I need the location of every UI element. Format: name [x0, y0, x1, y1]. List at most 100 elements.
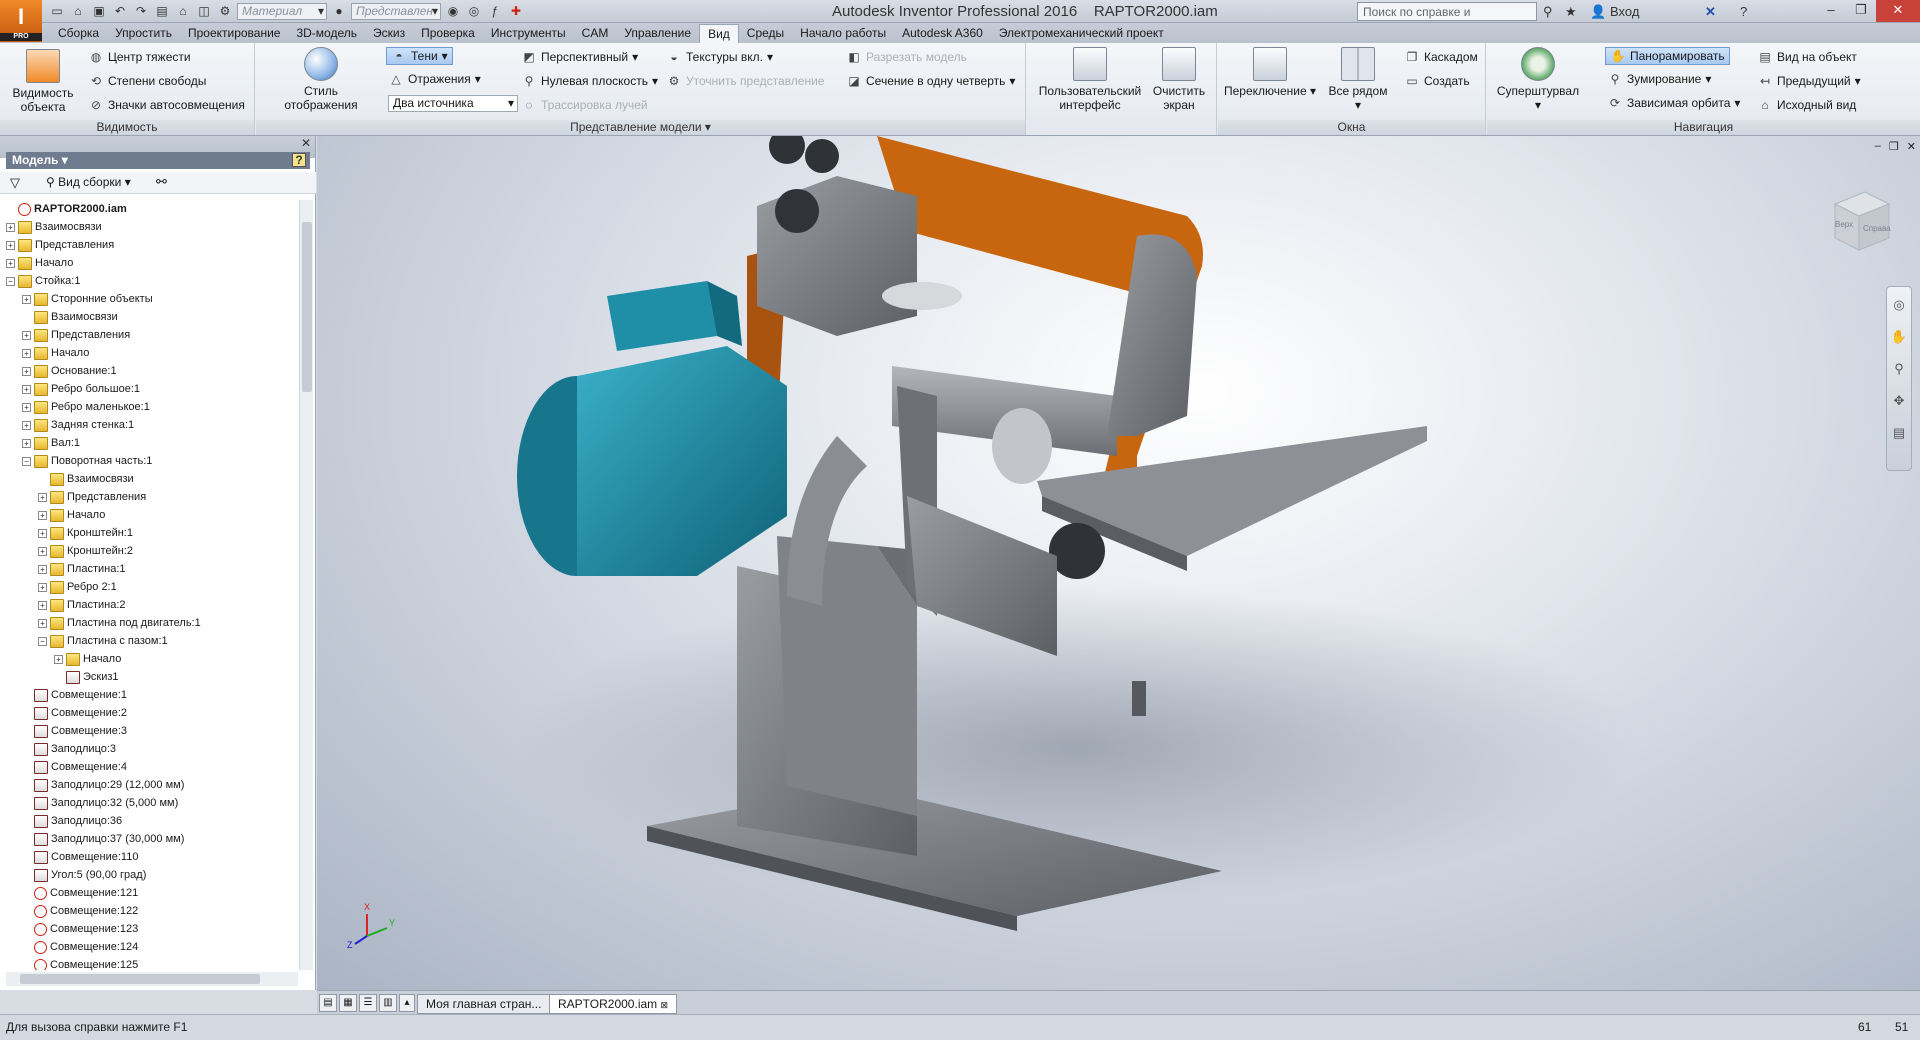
tab-raptor[interactable]: RAPTOR2000.iam ⊠ [549, 994, 678, 1014]
tab-home[interactable]: Моя главная стран... [417, 994, 551, 1014]
grid-tabs-icon[interactable]: ▦ [339, 994, 357, 1012]
tree-node[interactable]: Эскиз1 [6, 668, 298, 686]
print-icon[interactable]: ▤ [153, 2, 171, 20]
ribbon-tab[interactable]: Вид [699, 24, 739, 43]
ribbon-tab[interactable]: Начало работы [792, 23, 894, 43]
cascade-button[interactable]: ❐ Каскадом [1404, 49, 1478, 65]
tree-node[interactable]: Взаимосвязи [6, 470, 298, 488]
select-icon[interactable]: ◫ [195, 2, 213, 20]
expand-toggle-icon[interactable]: + [38, 546, 47, 556]
ribbon-tab[interactable]: Инструменты [483, 23, 574, 43]
steering-wheel-button[interactable]: Суперштурвал ▾ [1493, 47, 1583, 112]
minimize-icon[interactable]: – [1816, 0, 1846, 22]
browser-vscrollbar[interactable] [299, 200, 313, 970]
viewcube-top-face[interactable]: Верх [1835, 220, 1853, 229]
filter-icon[interactable]: ▽ [10, 175, 20, 191]
tree-node[interactable]: Заподлицо:3 [6, 740, 298, 758]
tree-node[interactable]: Совмещение:122 [6, 902, 298, 920]
tree-node[interactable]: Заподлицо:36 [6, 812, 298, 830]
close-icon[interactable]: ✕ [1876, 0, 1920, 22]
ribbon-tab[interactable]: 3D-модель [288, 23, 365, 43]
tree-node[interactable]: Совмещение:110 [6, 848, 298, 866]
motor-junction-box[interactable] [607, 281, 717, 351]
app-menu-button[interactable]: I PRO [0, 0, 42, 42]
help-search-input[interactable]: Поиск по справке и командам... [1357, 2, 1537, 33]
graphics-viewport[interactable]: Верх Справа ◎ ✋ ⚲ ✥ ▤ – ❐ ✕ X Y Z [317, 136, 1920, 990]
plus-icon[interactable]: ✚ [507, 2, 525, 20]
zoom-nav-icon[interactable]: ⚲ [1889, 359, 1909, 379]
view-selector[interactable]: ⚲ Вид сборки ▾ [46, 175, 131, 189]
tree-node[interactable]: Взаимосвязи [6, 308, 298, 326]
orbit-button[interactable]: ⟳ Зависимая орбита ▾ [1607, 95, 1740, 111]
expand-toggle-icon[interactable]: + [38, 564, 47, 574]
tree-node[interactable]: + Кронштейн:2 [6, 542, 298, 560]
clean-screen-button[interactable]: Очистить экран [1149, 47, 1209, 112]
tree-node[interactable]: Совмещение:124 [6, 938, 298, 956]
horizontal-tabs-icon[interactable]: ☰ [359, 994, 377, 1012]
tab-close-icon[interactable]: ⊠ [661, 1000, 669, 1010]
look-at-nav-icon[interactable]: ▤ [1889, 423, 1909, 443]
tree-node[interactable]: + Пластина:2 [6, 596, 298, 614]
ribbon-tab[interactable]: Проектирование [180, 23, 289, 43]
reflections-button[interactable]: △ Отражения ▾ [388, 71, 480, 87]
home-icon[interactable]: ⌂ [174, 2, 192, 20]
knob-top-2[interactable] [805, 139, 839, 173]
vp-minimize-icon[interactable]: – [1875, 140, 1881, 153]
handle-lever[interactable] [882, 282, 962, 310]
tree-node[interactable]: + Начало [6, 506, 298, 524]
tree-node[interactable]: Угол:5 (90,00 град) [6, 866, 298, 884]
tree-node[interactable]: + Представления [6, 326, 298, 344]
tree-node[interactable]: + Задняя стенка:1 [6, 416, 298, 434]
tree-node[interactable]: + Ребро маленькое:1 [6, 398, 298, 416]
tree-node[interactable]: + Пластина под двигатель:1 [6, 614, 298, 632]
ribbon-tab[interactable]: Упростить [107, 23, 180, 43]
tree-node[interactable]: + Вал:1 [6, 434, 298, 452]
tree-node[interactable]: Заподлицо:32 (5,000 мм) [6, 794, 298, 812]
redo-icon[interactable]: ↷ [132, 2, 150, 20]
expand-toggle-icon[interactable]: + [22, 294, 31, 304]
ifeature-glyphs-button[interactable]: ⊘ Значки автосовмещения [88, 97, 245, 113]
home-view-button[interactable]: ⌂ Исходный вид [1757, 97, 1856, 113]
vertical-tabs-icon[interactable]: ▥ [379, 994, 397, 1012]
tree-node[interactable]: + Начало [6, 650, 298, 668]
tree-node[interactable]: + Взаимосвязи [6, 218, 298, 236]
expand-toggle-icon[interactable]: − [22, 456, 31, 466]
browser-hscrollbar[interactable] [6, 972, 298, 986]
expand-toggle-icon[interactable]: + [6, 240, 15, 250]
tree-node[interactable]: Заподлицо:37 (30,000 мм) [6, 830, 298, 848]
lighting-combo[interactable]: Два источника [388, 95, 518, 112]
tree-node[interactable]: + Кронштейн:1 [6, 524, 298, 542]
leveling-foot[interactable] [1132, 681, 1146, 716]
clear-icon[interactable]: ◎ [465, 2, 483, 20]
browser-help-icon[interactable]: ? [292, 153, 306, 167]
ribbon-tab[interactable]: Сборка [50, 23, 107, 43]
ray-tracing-button[interactable]: ◌ Трассировка лучей [521, 97, 647, 113]
expand-toggle-icon[interactable]: − [6, 276, 15, 286]
tile-tabs-icon[interactable]: ▤ [319, 994, 337, 1012]
ribbon-tab[interactable]: Эскиз [365, 23, 413, 43]
assembly-model[interactable] [317, 136, 1920, 990]
visual-style-button[interactable]: Стиль отображения [266, 47, 376, 112]
tree-node[interactable]: Совмещение:1 [6, 686, 298, 704]
tree-node[interactable]: Совмещение:2 [6, 704, 298, 722]
tree-node[interactable]: − Стойка:1 [6, 272, 298, 290]
previous-view-button[interactable]: ↤ Предыдущий ▾ [1757, 73, 1861, 89]
fx-icon[interactable]: ƒ [486, 2, 504, 20]
viewcube-right-face[interactable]: Справа [1863, 224, 1891, 233]
tree-node[interactable]: + Начало [6, 254, 298, 272]
shadows-button[interactable]: ◓ Тени ▾ [386, 47, 453, 65]
tree-node[interactable]: + Сторонние объекты [6, 290, 298, 308]
switch-window-button[interactable]: Переключение ▾ [1222, 47, 1318, 98]
ribbon-tab[interactable]: CAM [574, 23, 617, 43]
quarter-section-button[interactable]: ◪ Сечение в одну четверть ▾ [846, 73, 1015, 89]
tree-node[interactable]: − Поворотная часть:1 [6, 452, 298, 470]
ribbon-tab[interactable]: Autodesk A360 [894, 23, 991, 43]
knob-lower[interactable] [1049, 523, 1105, 579]
expand-toggle-icon[interactable]: + [38, 510, 47, 520]
orbit-nav-icon[interactable]: ✥ [1889, 391, 1909, 411]
pan-button[interactable]: ✋ Панорамировать [1605, 47, 1730, 65]
tree-node[interactable]: + Ребро большое:1 [6, 380, 298, 398]
expand-toggle-icon[interactable]: + [38, 582, 47, 592]
new-window-button[interactable]: ▭ Создать [1404, 73, 1469, 89]
ribbon-tab[interactable]: Проверка [413, 23, 483, 43]
